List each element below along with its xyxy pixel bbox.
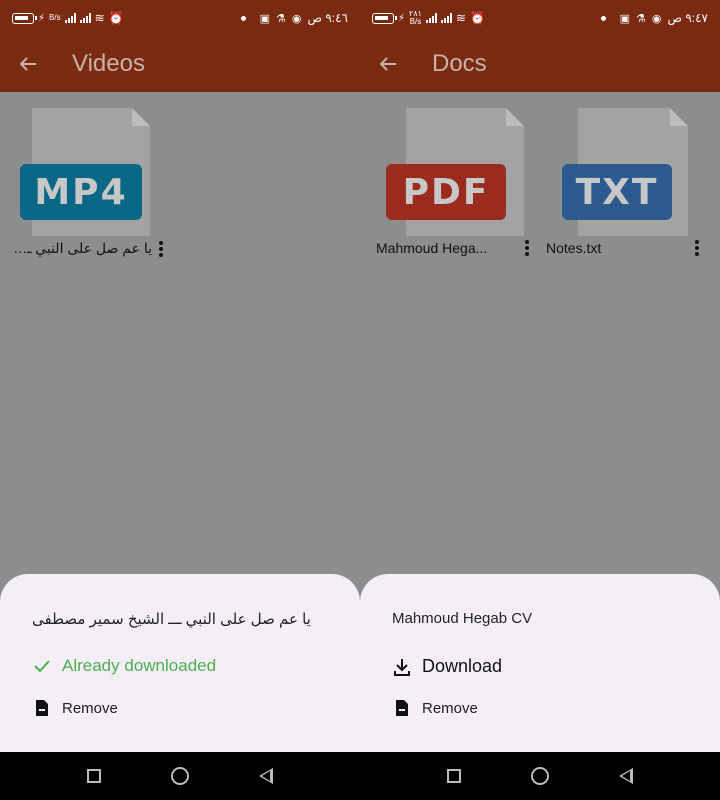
file-type-badge: MP4: [20, 164, 142, 220]
recents-button[interactable]: [87, 769, 101, 783]
already-downloaded-item[interactable]: Already downloaded: [32, 656, 216, 676]
system-nav-bar: [0, 752, 720, 800]
app-bar: Videos: [0, 36, 360, 92]
file-name: Mahmoud Hega...: [376, 240, 488, 256]
download-button[interactable]: Download: [392, 656, 502, 677]
notification-dot-icon: [240, 15, 246, 21]
sheet-title: يا عم صل على النبي ـــ الشيخ سمير مصطفى: [32, 611, 311, 628]
notification-dot-icon: [600, 15, 606, 21]
signal-icon-2: [440, 13, 452, 23]
app-icon: ▣: [619, 12, 630, 25]
status-bar: ⚡ ٢٨١ B/s ≋ ⏰ ▣ ⚗ ◉ ٩:٤٧ ص: [360, 0, 720, 36]
net-speed: B/s: [49, 13, 61, 22]
page-title: Videos: [72, 50, 145, 77]
bottom-sheet: يا عم صل على النبي ـــ الشيخ سمير مصطفى …: [0, 574, 360, 752]
file-remove-icon: [36, 700, 48, 716]
app-bar: Docs: [360, 36, 720, 92]
nav-group-left: [0, 752, 360, 800]
arrow-left-icon: [379, 57, 396, 71]
file-grid: PDF Mahmoud Hega... TXT Notes.txt Mahmou…: [360, 92, 720, 752]
back-nav-button[interactable]: [619, 768, 633, 784]
status-time: ٩:٤٦ ص: [307, 11, 348, 25]
status-time: ٩:٤٧ ص: [667, 11, 708, 25]
wifi-icon: ≋: [94, 11, 105, 25]
file-thumbnail: TXT: [546, 104, 706, 236]
check-icon: [34, 660, 50, 673]
alarm-icon: ⏰: [469, 11, 485, 25]
arrow-left-icon: [19, 57, 36, 71]
net-speed: B/s: [409, 17, 422, 26]
status-bar: ⚡ B/s ≋ ⏰ ▣ ⚗ ◉ ٩:٤٦ ص: [0, 0, 360, 36]
videos-screen: ⚡ B/s ≋ ⏰ ▣ ⚗ ◉ ٩:٤٦ ص Videos MP4 يا عم …: [0, 0, 360, 752]
remove-label: Remove: [422, 699, 478, 717]
file-thumbnail: PDF: [376, 104, 536, 236]
file-name: Notes.txt: [546, 240, 602, 256]
back-button[interactable]: [360, 36, 416, 92]
already-downloaded-label: Already downloaded: [62, 656, 217, 675]
battery-icon: [12, 12, 37, 24]
file-type-badge: PDF: [386, 164, 506, 220]
remove-button[interactable]: Remove: [32, 698, 118, 718]
file-grid: MP4 يا عم صل على النبي ـــ ... يا عم صل …: [0, 92, 360, 752]
back-nav-button[interactable]: [259, 768, 273, 784]
wifi-icon: ≋: [455, 11, 466, 25]
page-fold: [506, 108, 524, 126]
charging-icon: ⚡: [398, 12, 406, 24]
home-button[interactable]: [531, 767, 549, 785]
file-thumbnail: MP4: [10, 104, 170, 236]
more-vert-icon[interactable]: [152, 240, 170, 257]
download-icon: [394, 658, 410, 676]
chrome-icon: ◉: [651, 12, 662, 25]
sheet-title: Mahmoud Hegab CV: [392, 610, 533, 627]
home-button[interactable]: [171, 767, 189, 785]
remove-label: Remove: [62, 699, 118, 717]
page-fold: [132, 108, 150, 126]
battery-icon: [372, 12, 397, 24]
more-vert-icon[interactable]: [518, 240, 536, 256]
file-item-video[interactable]: MP4 يا عم صل على النبي ـــ ...: [10, 104, 170, 257]
app-icon: ▣: [259, 12, 270, 25]
signal-icon: [425, 13, 437, 23]
docs-screen: ⚡ ٢٨١ B/s ≋ ⏰ ▣ ⚗ ◉ ٩:٤٧ ص Docs PDF Mahm…: [360, 0, 720, 752]
file-item-pdf[interactable]: PDF Mahmoud Hega...: [376, 104, 536, 256]
chrome-icon: ◉: [291, 12, 302, 25]
flask-icon: ⚗: [636, 12, 646, 25]
bottom-sheet: Mahmoud Hegab CV Download Remove: [360, 574, 720, 752]
flask-icon: ⚗: [276, 12, 286, 25]
download-label: Download: [422, 656, 503, 676]
signal-icon: [64, 13, 76, 23]
nav-group-right: [360, 752, 720, 800]
remove-button[interactable]: Remove: [392, 698, 478, 718]
signal-icon-2: [79, 13, 91, 23]
file-remove-icon: [396, 700, 408, 716]
recents-button[interactable]: [447, 769, 461, 783]
file-name: يا عم صل على النبي ـــ ...: [10, 240, 152, 256]
charging-icon: ⚡: [38, 12, 46, 24]
more-vert-icon[interactable]: [688, 240, 706, 256]
file-type-badge: TXT: [562, 164, 672, 220]
page-title: Docs: [432, 50, 487, 77]
file-item-txt[interactable]: TXT Notes.txt: [546, 104, 706, 256]
back-button[interactable]: [0, 36, 56, 92]
page-fold: [670, 108, 688, 126]
alarm-icon: ⏰: [108, 11, 124, 25]
